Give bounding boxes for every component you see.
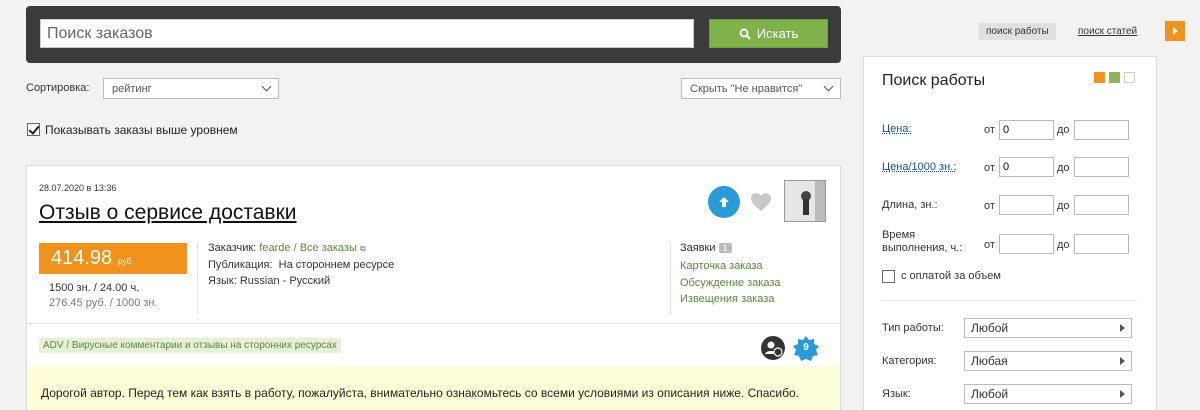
search-button[interactable]: Искать bbox=[709, 19, 828, 48]
badge-count: 9 bbox=[792, 342, 820, 353]
avatar-image bbox=[785, 181, 826, 222]
work-type-label: Тип работы: bbox=[882, 322, 944, 334]
search-bar: Искать bbox=[26, 6, 841, 63]
search-button-label: Искать bbox=[757, 26, 799, 41]
order-rate: 276.45 руб. / 1000 зн. bbox=[49, 297, 158, 309]
chevron-down-icon bbox=[262, 82, 272, 92]
tab-job-search[interactable]: поиск работы bbox=[979, 23, 1056, 40]
length-label: Длина, зн.: bbox=[882, 199, 938, 211]
order-notices-link[interactable]: Извещения заказа bbox=[680, 293, 774, 305]
all-orders-link[interactable]: Все заказы bbox=[300, 242, 357, 254]
user-clock-icon[interactable] bbox=[760, 335, 786, 361]
hide-dislike-select[interactable]: Скрыть "Не нравится" bbox=[681, 78, 841, 99]
bids-count-badge: 1 bbox=[719, 243, 732, 253]
price-filter-label[interactable]: Цена: bbox=[882, 123, 912, 135]
sort-value: рейтинг bbox=[112, 83, 152, 95]
order-volume: 1500 зн. bbox=[49, 282, 91, 294]
search-icon bbox=[739, 28, 751, 40]
price-from-input[interactable] bbox=[999, 120, 1054, 140]
divider bbox=[882, 300, 1137, 301]
price-currency: руб. bbox=[118, 257, 133, 266]
language-select[interactable]: Любой bbox=[964, 384, 1132, 404]
count-badge: 9 bbox=[792, 335, 820, 363]
arrow-up-icon bbox=[718, 196, 730, 208]
arrow-right-icon bbox=[1173, 27, 1178, 35]
color-theme-green[interactable] bbox=[1109, 72, 1120, 83]
panel-toggle-button[interactable] bbox=[1165, 21, 1185, 41]
price-per-1000-to-input[interactable] bbox=[1074, 157, 1129, 177]
order-card-link[interactable]: Карточка заказа bbox=[680, 260, 763, 272]
search-input[interactable] bbox=[40, 19, 694, 48]
order-date: 28.07.2020 в 13:36 bbox=[39, 183, 116, 193]
divider bbox=[197, 242, 198, 314]
volume-pay-label: с оплатой за объем bbox=[901, 270, 1001, 282]
customer-row: Заказчик: fearde / Все заказы ⧉ bbox=[208, 242, 366, 254]
time-to-input[interactable] bbox=[1074, 234, 1129, 254]
publication-row: Публикация: На стороннем ресурсе bbox=[208, 259, 394, 271]
order-title[interactable]: Отзыв о сервисе доставки bbox=[39, 201, 297, 225]
divider bbox=[670, 242, 671, 314]
job-search-panel: Поиск работы Цена: от до Цена/1000 зн.: … bbox=[863, 56, 1157, 410]
order-discussion-link[interactable]: Обсуждение заказа bbox=[680, 277, 781, 289]
price-badge: 414.98 руб. bbox=[39, 243, 187, 274]
time-from-input[interactable] bbox=[999, 234, 1054, 254]
raise-button[interactable] bbox=[708, 186, 740, 218]
external-link-icon: ⧉ bbox=[360, 244, 366, 253]
category-select[interactable]: Любая bbox=[964, 351, 1132, 371]
hide-dislike-value: Скрыть "Не нравится" bbox=[690, 83, 802, 95]
work-type-select[interactable]: Любой bbox=[964, 318, 1132, 338]
color-theme-white[interactable] bbox=[1124, 72, 1135, 83]
chevron-down-icon bbox=[824, 82, 834, 92]
price-per-1000-from-input[interactable] bbox=[999, 157, 1054, 177]
length-to-input[interactable] bbox=[1074, 195, 1129, 215]
order-notice: Дорогой автор. Перед тем как взять в раб… bbox=[27, 366, 840, 410]
customer-link[interactable]: fearde bbox=[259, 242, 290, 254]
customer-avatar[interactable] bbox=[784, 180, 826, 222]
arrow-right-icon bbox=[1120, 390, 1125, 398]
sort-label: Сортировка: bbox=[26, 82, 89, 94]
color-theme-orange[interactable] bbox=[1094, 72, 1105, 83]
panel-title: Поиск работы bbox=[882, 72, 985, 90]
language-label: Язык: bbox=[882, 388, 911, 400]
arrow-right-icon bbox=[1120, 357, 1125, 365]
language-row: Язык: Russian - Русский bbox=[208, 275, 330, 287]
price-per-1000-label[interactable]: Цена/1000 зн.: bbox=[882, 161, 956, 173]
bids-row: Заявки 1 bbox=[680, 242, 732, 254]
price-to-input[interactable] bbox=[1074, 120, 1129, 140]
divider bbox=[27, 323, 840, 324]
volume-pay-checkbox[interactable] bbox=[882, 270, 895, 283]
order-time: 24.00 ч. bbox=[100, 282, 139, 294]
length-from-input[interactable] bbox=[999, 195, 1054, 215]
tab-article-search[interactable]: поиск статей bbox=[1078, 26, 1137, 37]
show-above-checkbox[interactable] bbox=[27, 123, 40, 136]
order-volume-time: 1500 зн. / 24.00 ч. bbox=[49, 282, 139, 294]
category-tag[interactable]: ADV / Вирусные комментарии и отзывы на с… bbox=[39, 338, 341, 353]
sort-select[interactable]: рейтинг bbox=[103, 78, 279, 99]
show-above-label: Показывать заказы выше уровнем bbox=[45, 123, 238, 137]
order-card: 28.07.2020 в 13:36 Отзыв о сервисе доста… bbox=[26, 165, 841, 410]
time-label: Время выполнения, ч.: bbox=[882, 229, 962, 255]
arrow-right-icon bbox=[1120, 324, 1125, 332]
price-amount: 414.98 bbox=[51, 247, 112, 270]
heart-icon[interactable] bbox=[749, 190, 773, 214]
category-label: Категория: bbox=[882, 355, 936, 367]
